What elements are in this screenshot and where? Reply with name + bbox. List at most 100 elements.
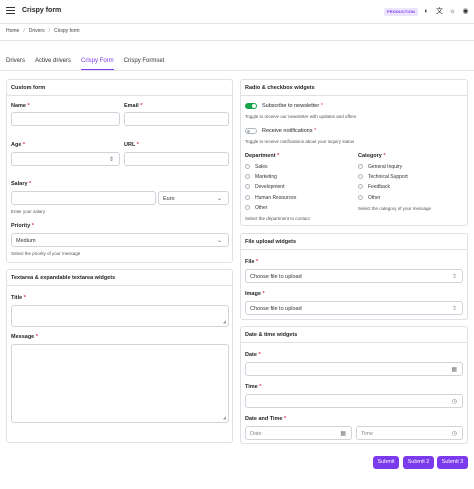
email-input[interactable] <box>124 112 229 126</box>
notifications-toggle[interactable] <box>245 128 257 134</box>
theme-icon[interactable]: ☼ <box>448 7 457 16</box>
department-option: Human Resources <box>255 195 297 201</box>
calendar-icon[interactable]: ▦ <box>451 366 457 373</box>
title-label: Title * <box>11 295 26 301</box>
file-label: File * <box>245 259 259 265</box>
url-input[interactable] <box>124 152 229 166</box>
file-upload-card: File upload widgets File * Choose file t… <box>240 233 468 320</box>
tab-crispy-form[interactable]: Crispy Form <box>81 58 114 70</box>
textarea-card: Textarea & expandable textarea widgets T… <box>6 269 233 443</box>
age-input[interactable]: ⇕ <box>11 152 120 166</box>
card-title: Radio & checkbox widgets <box>241 80 467 96</box>
time-label: Time * <box>245 384 262 390</box>
subscribe-toggle[interactable] <box>245 103 257 109</box>
url-label: URL * <box>124 142 139 148</box>
file-placeholder: Choose file to upload <box>250 274 302 280</box>
subscribe-help: Toggle to receive our newsletter with up… <box>245 114 357 119</box>
datetime-time-input[interactable]: Time ◷ <box>356 426 463 440</box>
category-radio[interactable] <box>358 184 363 189</box>
card-title: Date & time widgets <box>241 327 467 343</box>
notifications-help: Toggle to receive notifications about yo… <box>245 139 355 144</box>
date-placeholder: Date <box>250 431 262 437</box>
divider <box>0 70 474 71</box>
date-input[interactable]: ▦ <box>245 362 463 376</box>
number-stepper-icon[interactable]: ⇕ <box>109 156 114 163</box>
date-time-card: Date & time widgets Date * ▦ Time * ◷ Da… <box>240 326 468 444</box>
tab-bar: Drivers Active drivers Crispy Form Crisp… <box>6 58 174 70</box>
department-radio[interactable] <box>245 184 250 189</box>
file-input[interactable]: Choose file to upload ⇪ <box>245 269 463 283</box>
category-label: Category * <box>358 153 386 159</box>
department-option: Marketing <box>255 174 277 180</box>
message-label: Message * <box>11 334 38 340</box>
department-radio[interactable] <box>245 174 250 179</box>
calendar-icon[interactable]: ▦ <box>340 430 346 437</box>
name-input[interactable] <box>11 112 120 126</box>
app-title: Crispy form <box>22 7 62 14</box>
time-placeholder: Time <box>361 431 374 437</box>
translate-icon[interactable]: 文 <box>435 7 444 16</box>
datetime-label: Date and Time * <box>245 416 287 422</box>
palette-icon[interactable]: ◐ <box>422 7 431 16</box>
currency-select[interactable]: Euro ⌄ <box>158 191 229 205</box>
category-radio[interactable] <box>358 195 363 200</box>
department-help: Select the department to contact <box>245 216 310 221</box>
department-option: Development <box>255 184 285 190</box>
category-help: Select the category of your message <box>358 206 432 211</box>
salary-help: Enter your salary <box>11 209 46 214</box>
breadcrumb-home[interactable]: Home <box>6 28 19 34</box>
card-title: Textarea & expandable textarea widgets <box>7 270 232 286</box>
time-input[interactable]: ◷ <box>245 394 463 408</box>
department-radio[interactable] <box>245 205 250 210</box>
department-radio[interactable] <box>245 164 250 169</box>
clock-icon[interactable]: ◷ <box>452 430 457 437</box>
custom-form-card: Custom form Name * Email * Age * ⇕ URL *… <box>6 79 233 263</box>
department-radio[interactable] <box>245 195 250 200</box>
divider <box>0 40 474 41</box>
message-textarea[interactable]: ◢ <box>11 344 229 423</box>
chevron-down-icon: ⌄ <box>216 238 222 244</box>
department-label: Department * <box>245 153 280 159</box>
tab-drivers[interactable]: Drivers <box>6 58 25 70</box>
card-title: Custom form <box>7 80 232 96</box>
resize-handle-icon[interactable]: ◢ <box>223 415 226 420</box>
submit-3-button[interactable]: Submit 3 <box>437 456 468 469</box>
tab-active-drivers[interactable]: Active drivers <box>35 58 71 70</box>
age-label: Age * <box>11 142 26 148</box>
priority-select[interactable]: Medium ⌄ <box>11 233 229 247</box>
submit-button[interactable]: Submit <box>373 456 399 469</box>
upload-icon: ⇪ <box>451 306 457 312</box>
department-option: Sales <box>255 164 268 170</box>
name-label: Name * <box>11 103 30 109</box>
subscribe-label: Subscribe to newsletter * <box>262 103 323 109</box>
radio-checkbox-card: Radio & checkbox widgets Subscribe to ne… <box>240 79 468 226</box>
priority-help: Select the priority of your message <box>11 251 81 256</box>
category-radio[interactable] <box>358 164 363 169</box>
resize-handle-icon[interactable]: ◢ <box>223 319 226 324</box>
clock-icon[interactable]: ◷ <box>452 398 457 405</box>
email-label: Email * <box>124 103 143 109</box>
currency-value: Euro <box>163 196 175 202</box>
datetime-date-input[interactable]: Date ▦ <box>245 426 352 440</box>
title-textarea[interactable]: ◢ <box>11 305 229 327</box>
image-input[interactable]: Choose file to upload ⇪ <box>245 301 463 315</box>
salary-label: Salary * <box>11 181 32 187</box>
upload-icon: ⇪ <box>451 274 457 280</box>
environment-badge: PRODUCTION <box>384 8 418 16</box>
breadcrumb: Home / Drivers / Crispy form <box>6 28 80 34</box>
category-option: Feedback <box>368 184 390 190</box>
top-bar: Crispy form PRODUCTION ◐ 文 ☼ ◉ <box>0 0 474 24</box>
menu-icon[interactable] <box>6 7 15 16</box>
category-option: Technical Support <box>368 174 408 180</box>
salary-input[interactable] <box>11 191 156 205</box>
chevron-down-icon: ⌄ <box>216 196 222 202</box>
image-label: Image * <box>245 291 265 297</box>
priority-value: Medium <box>16 238 36 244</box>
user-icon[interactable]: ◉ <box>461 7 470 16</box>
tab-crispy-formset[interactable]: Crispy Formset <box>124 58 165 70</box>
category-radio[interactable] <box>358 174 363 179</box>
breadcrumb-separator: / <box>23 28 25 34</box>
breadcrumb-drivers[interactable]: Drivers <box>29 28 45 34</box>
department-option: Other <box>255 205 268 211</box>
submit-2-button[interactable]: Submit 2 <box>403 456 434 469</box>
